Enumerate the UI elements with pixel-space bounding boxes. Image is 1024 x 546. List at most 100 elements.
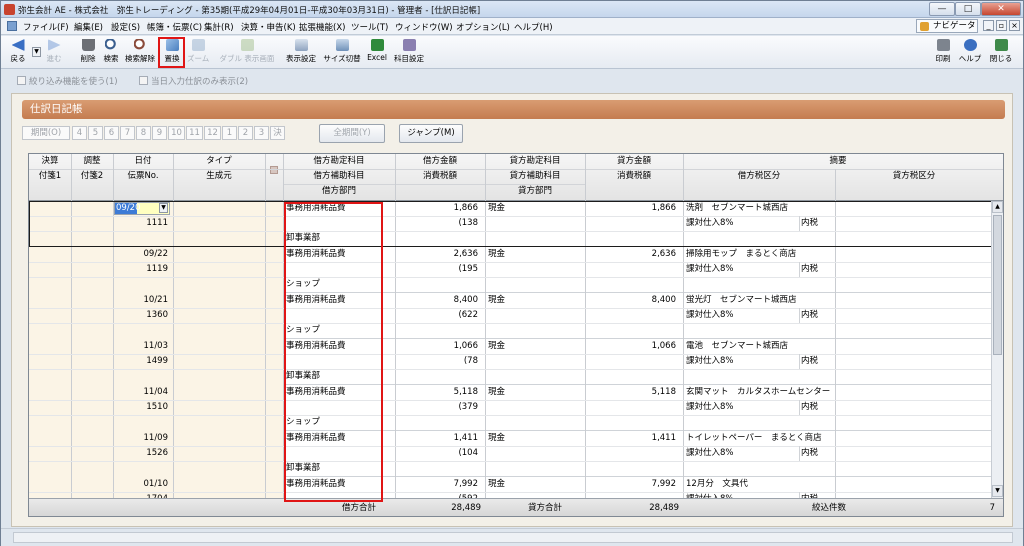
row-date[interactable]: 11/09 (113, 431, 171, 445)
row-credit-amount[interactable]: 2,636 (585, 247, 679, 261)
mdi-close-button[interactable]: × (1009, 20, 1020, 31)
row-voucher-no[interactable]: 1360 (113, 308, 171, 322)
row-memo[interactable]: 12月分 文具代 (686, 477, 986, 491)
row-tax-class[interactable]: 課対仕入8% (686, 446, 786, 460)
row-voucher-no[interactable]: 1510 (113, 400, 171, 414)
mdi-restore-button[interactable]: ▫ (996, 20, 1007, 31)
menu-options[interactable]: オプション(L) (456, 21, 510, 33)
double-display-button[interactable]: ダブル 表示画面 (215, 38, 279, 67)
row-credit-account[interactable]: 現金 (488, 385, 584, 399)
back-button[interactable]: 戻る (5, 38, 31, 67)
row-credit-account[interactable]: 現金 (488, 247, 584, 261)
jump-button[interactable]: ジャンプ(M) (399, 124, 463, 143)
excel-button[interactable]: Excel (365, 38, 389, 67)
month-button[interactable]: 12 (204, 126, 221, 140)
row-debit-amount[interactable]: 1,411 (395, 431, 481, 445)
row-debit-amount[interactable]: 2,636 (395, 247, 481, 261)
delete-button[interactable]: 削除 (77, 38, 99, 67)
row-credit-account[interactable]: 現金 (488, 339, 584, 353)
help-button[interactable]: ヘルプ (957, 38, 983, 67)
menu-window[interactable]: ウィンドウ(W) (395, 21, 453, 33)
journal-row[interactable]: 01/101704事務用消耗品費7,992(592現金7,99212月分 文具代… (29, 477, 992, 498)
menu-extensions[interactable]: 拡張機能(X) (299, 21, 345, 33)
row-voucher-no[interactable]: 1499 (113, 354, 171, 368)
month-button[interactable]: 1 (222, 126, 237, 140)
menu-settings[interactable]: 設定(S) (111, 21, 140, 33)
document-menu-icon[interactable] (7, 21, 17, 31)
navigator-button[interactable]: ナビゲータ (916, 19, 978, 33)
row-debit-amount[interactable]: 1,066 (395, 339, 481, 353)
row-debit-amount[interactable]: 7,992 (395, 477, 481, 491)
month-button[interactable]: 11 (186, 126, 203, 140)
row-debit-tax[interactable]: (379 (395, 400, 481, 414)
narrow-function-checkbox[interactable]: 絞り込み機能を使う(1) (17, 75, 118, 87)
back-dropdown-arrow[interactable]: ▼ (32, 47, 41, 57)
search-button[interactable]: 検索 (100, 38, 122, 67)
menu-books[interactable]: 帳簿・伝票(C) (147, 21, 202, 33)
row-date[interactable]: 10/21 (113, 293, 171, 307)
scroll-down-arrow[interactable]: ▼ (992, 485, 1003, 497)
display-settings-button[interactable]: 表示設定 (284, 38, 318, 67)
menu-help[interactable]: ヘルプ(H) (514, 21, 553, 33)
scroll-thumb[interactable] (993, 215, 1002, 355)
forward-button[interactable]: 進む (41, 38, 67, 67)
row-date[interactable]: 11/04 (113, 385, 171, 399)
month-button[interactable]: 2 (238, 126, 253, 140)
period-button[interactable]: 期間(O) (22, 126, 70, 140)
row-memo[interactable]: トイレットペーパー まるとく商店 (686, 431, 986, 445)
maximize-button[interactable]: □ (955, 2, 981, 16)
row-date[interactable]: 09/22 (113, 247, 171, 261)
account-settings-button[interactable]: 科目設定 (392, 38, 426, 67)
row-credit-account[interactable]: 現金 (488, 293, 584, 307)
month-button[interactable]: 3 (254, 126, 269, 140)
row-credit-account[interactable]: 現金 (488, 477, 584, 491)
row-debit-tax[interactable]: (78 (395, 354, 481, 368)
month-button[interactable]: 決 (270, 126, 285, 140)
menu-edit[interactable]: 編集(E) (74, 21, 103, 33)
row-credit-amount[interactable]: 1,411 (585, 431, 679, 445)
search-clear-button[interactable]: 検索解除 (123, 38, 157, 67)
row-debit-amount[interactable]: 5,118 (395, 385, 481, 399)
row-credit-amount[interactable]: 5,118 (585, 385, 679, 399)
today-only-checkbox[interactable]: 当日入力仕訳のみ表示(2) (139, 75, 248, 87)
month-button[interactable]: 9 (152, 126, 167, 140)
scroll-up-arrow[interactable]: ▲ (992, 201, 1003, 213)
row-tax-class[interactable]: 課対仕入8% (686, 400, 786, 414)
print-button[interactable]: 印刷 (932, 38, 954, 67)
row-credit-amount[interactable]: 8,400 (585, 293, 679, 307)
month-button[interactable]: 6 (104, 126, 119, 140)
row-debit-tax[interactable]: (104 (395, 446, 481, 460)
row-voucher-no[interactable]: 1119 (113, 262, 171, 276)
month-button[interactable]: 4 (72, 126, 87, 140)
close-window-button[interactable]: ✕ (981, 2, 1021, 16)
row-tax-class[interactable]: 課対仕入8% (686, 354, 786, 368)
journal-row[interactable]: 10/21 1360 事務用消耗品費 8,400 (622 ショップ 現金 8,400 蛍光灯 … (29, 293, 992, 339)
menu-file[interactable]: ファイル(F) (23, 21, 69, 33)
month-button[interactable]: 7 (120, 126, 135, 140)
row-memo[interactable]: 玄関マット カルタスホームセンター (686, 385, 986, 399)
row-credit-amount[interactable]: 7,992 (585, 477, 679, 491)
row-date[interactable]: 11/03 (113, 339, 171, 353)
horizontal-scrollbar[interactable] (13, 532, 1013, 543)
journal-row[interactable]: 09/22 1119 事務用消耗品費 2,636 (195 ショップ 現金 2,636 掃除用モ… (29, 247, 992, 293)
row-tax-class[interactable]: 課対仕入8% (686, 308, 786, 322)
row-memo[interactable]: 掃除用モップ まるとく商店 (686, 247, 986, 261)
month-button[interactable]: 5 (88, 126, 103, 140)
menu-tools[interactable]: ツール(T) (351, 21, 388, 33)
size-toggle-button[interactable]: サイズ切替 (321, 38, 363, 67)
row-credit-amount[interactable]: 1,066 (585, 339, 679, 353)
row-date[interactable]: 01/10 (113, 477, 171, 491)
row-debit-tax[interactable]: (195 (395, 262, 481, 276)
all-period-button[interactable]: 全期間(Y) (319, 124, 385, 143)
zoom-button[interactable]: ズーム (187, 38, 209, 67)
journal-row[interactable]: 11/09 1526 事務用消耗品費 1,411 (104 卸事業部 現金 1,411 トイレッ… (29, 431, 992, 477)
row-debit-tax[interactable]: (622 (395, 308, 481, 322)
row-memo[interactable]: 蛍光灯 セブンマート城西店 (686, 293, 986, 307)
close-screen-button[interactable]: 閉じる (987, 38, 1015, 67)
journal-row[interactable]: 11/04 1510 事務用消耗品費 5,118 (379 ショップ 現金 5,118 玄関マッ… (29, 385, 992, 431)
menu-summary[interactable]: 集計(R) (204, 21, 234, 33)
month-button[interactable]: 10 (168, 126, 185, 140)
row-tax-class[interactable]: 課対仕入8% (686, 262, 786, 276)
mdi-minimize-button[interactable]: _ (983, 20, 994, 31)
month-button[interactable]: 8 (136, 126, 151, 140)
